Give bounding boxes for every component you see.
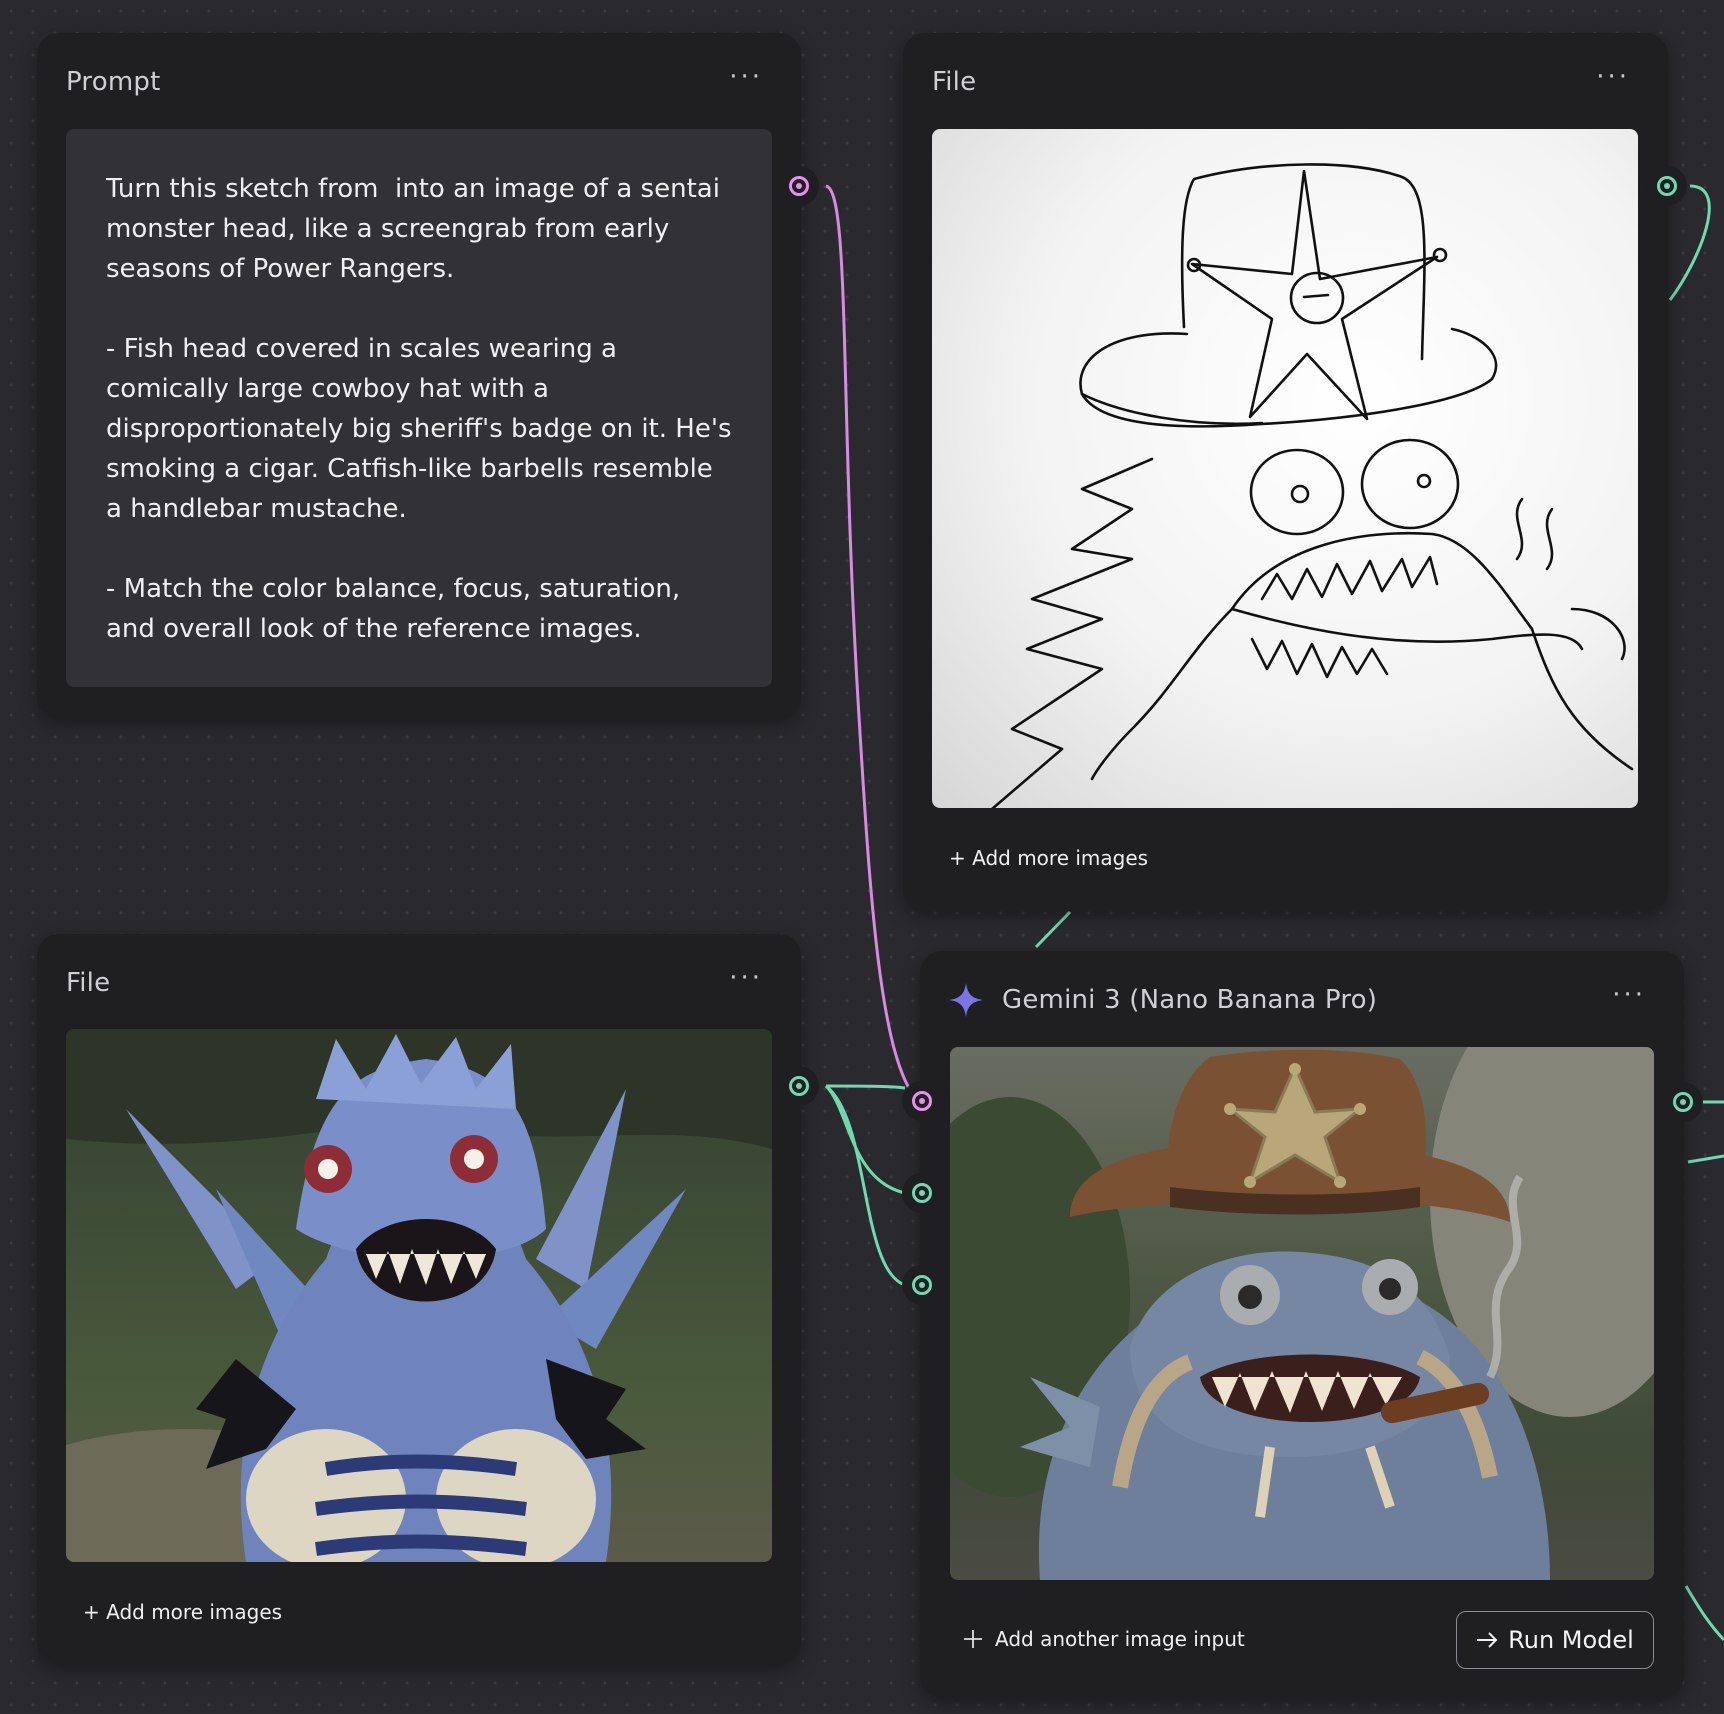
more-menu-icon[interactable]: ··· (1596, 64, 1630, 90)
generated-image[interactable] (950, 1047, 1654, 1580)
sketch-drawing (991, 163, 1634, 808)
monster-image-wire (825, 1084, 906, 1090)
monster-image-wire-3 (825, 1084, 906, 1287)
more-menu-icon[interactable]: ··· (729, 965, 763, 991)
model-node[interactable]: Gemini 3 (Nano Banana Pro) ··· Add anoth… (920, 951, 1684, 1697)
arrow-right-icon (1477, 1632, 1498, 1648)
add-image-input-label: Add another image input (995, 1627, 1245, 1651)
model-prompt-input-port[interactable] (902, 1081, 942, 1121)
file-node-monster[interactable]: File ··· + Add more images (37, 934, 801, 1664)
monster-figure (66, 1029, 772, 1562)
run-model-button[interactable]: Run Model (1456, 1611, 1654, 1669)
add-more-images-link[interactable]: + Add more images (83, 1600, 282, 1624)
sketch-output-port[interactable] (1647, 166, 1687, 206)
model-output-port[interactable] (1663, 1082, 1703, 1122)
sketch-image[interactable] (932, 129, 1638, 808)
prompt-node[interactable]: Prompt ··· Turn this sketch from into an… (37, 33, 801, 719)
node-title: Prompt (66, 67, 161, 97)
offscreen-wire (1687, 1154, 1724, 1164)
model-image-input-port-2[interactable] (902, 1265, 942, 1305)
sparkle-icon (949, 983, 983, 1017)
node-title: File (66, 968, 111, 998)
file-node-sketch[interactable]: File ··· + Add more images (903, 33, 1668, 911)
node-title: File (932, 67, 977, 97)
more-menu-icon[interactable]: ··· (1612, 982, 1646, 1008)
plus-icon (964, 1630, 982, 1648)
prompt-output-port[interactable] (779, 166, 819, 206)
generated-figure (950, 1047, 1654, 1580)
monster-image[interactable] (66, 1029, 772, 1562)
more-menu-icon[interactable]: ··· (729, 64, 763, 90)
prompt-text[interactable]: Turn this sketch from into an image of a… (66, 129, 772, 687)
run-model-label: Run Model (1508, 1626, 1634, 1654)
monster-output-port[interactable] (779, 1066, 819, 1106)
model-image-input-port-1[interactable] (902, 1173, 942, 1213)
sketch-image-wire (1034, 910, 1072, 949)
add-more-images-link[interactable]: + Add more images (949, 846, 1148, 870)
offscreen-wire-2 (1684, 1585, 1724, 1642)
add-image-input-button[interactable]: Add another image input (963, 1627, 1245, 1651)
node-title: Gemini 3 (Nano Banana Pro) (1002, 985, 1378, 1015)
